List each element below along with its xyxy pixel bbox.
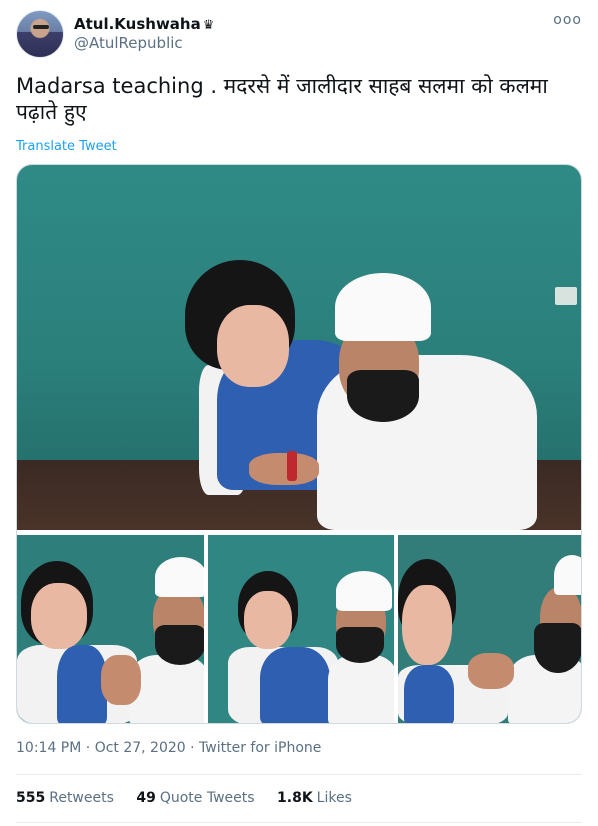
divider-top <box>16 774 582 775</box>
media-photo-small-3[interactable] <box>398 535 581 723</box>
man-kurta <box>328 655 394 723</box>
retweets-stat[interactable]: 555 Retweets <box>16 790 114 806</box>
tweet-date[interactable]: Oct 27, 2020 <box>95 740 186 756</box>
girl-face <box>217 305 289 387</box>
media-photo-small-1[interactable] <box>17 535 204 723</box>
tweet-timestamp: 10:14 PM · Oct 27, 2020 · Twitter for iP… <box>16 740 321 756</box>
likes-stat[interactable]: 1.8K Likes <box>277 790 352 806</box>
media-photo-main[interactable] <box>17 165 581 530</box>
tweet-stats: 555 Retweets 49 Quote Tweets 1.8K Likes <box>16 790 370 806</box>
wall-switch <box>555 287 577 305</box>
avatar[interactable] <box>16 10 64 58</box>
man-cap <box>336 571 392 611</box>
quote-tweets-stat[interactable]: 49 Quote Tweets <box>136 790 254 806</box>
translate-tweet-link[interactable]: Translate Tweet <box>16 139 117 154</box>
tweet-media-grid <box>16 164 582 724</box>
author-display-name[interactable]: Atul.Kushwaha <box>74 15 201 33</box>
girl-scarf <box>57 645 107 723</box>
girl-face <box>244 591 292 649</box>
man-cap <box>335 273 431 341</box>
quote-tweets-count: 49 <box>136 790 156 806</box>
avatar-glasses <box>33 25 49 29</box>
retweets-count: 555 <box>16 790 46 806</box>
girl-shirt <box>260 647 330 723</box>
retweets-label: Retweets <box>49 790 114 806</box>
quote-tweets-label: Quote Tweets <box>159 790 255 806</box>
more-options-icon[interactable]: ooo <box>553 12 582 28</box>
media-photo-small-2[interactable] <box>208 535 394 723</box>
hand <box>101 655 141 705</box>
man-beard <box>155 625 204 665</box>
likes-count: 1.8K <box>277 790 313 806</box>
tweet-text: Madarsa teaching . मदरसे में जालीदार साह… <box>16 74 548 124</box>
tweet-header: Atul.Kushwaha ♛ @AtulRepublic ooo <box>16 10 582 60</box>
man-beard <box>336 627 384 663</box>
hands <box>249 453 319 485</box>
meta-separator: · <box>85 740 91 756</box>
man-cap <box>155 557 204 597</box>
author-handle[interactable]: @AtulRepublic <box>74 34 183 52</box>
tweet-time[interactable]: 10:14 PM <box>16 740 81 756</box>
man-beard <box>347 370 419 422</box>
bangle <box>287 451 297 481</box>
meta-separator-2: · <box>190 740 195 756</box>
author-name-row[interactable]: Atul.Kushwaha ♛ <box>74 15 214 33</box>
crown-icon: ♛ <box>202 18 215 33</box>
girl-face <box>402 585 452 665</box>
hand <box>468 653 514 689</box>
girl-face <box>31 583 87 649</box>
divider-bottom <box>16 822 582 823</box>
likes-label: Likes <box>316 790 352 806</box>
girl-scarf <box>404 665 454 723</box>
man-beard <box>534 623 581 673</box>
man-cap <box>554 555 581 595</box>
tweet-source[interactable]: Twitter for iPhone <box>199 740 321 756</box>
